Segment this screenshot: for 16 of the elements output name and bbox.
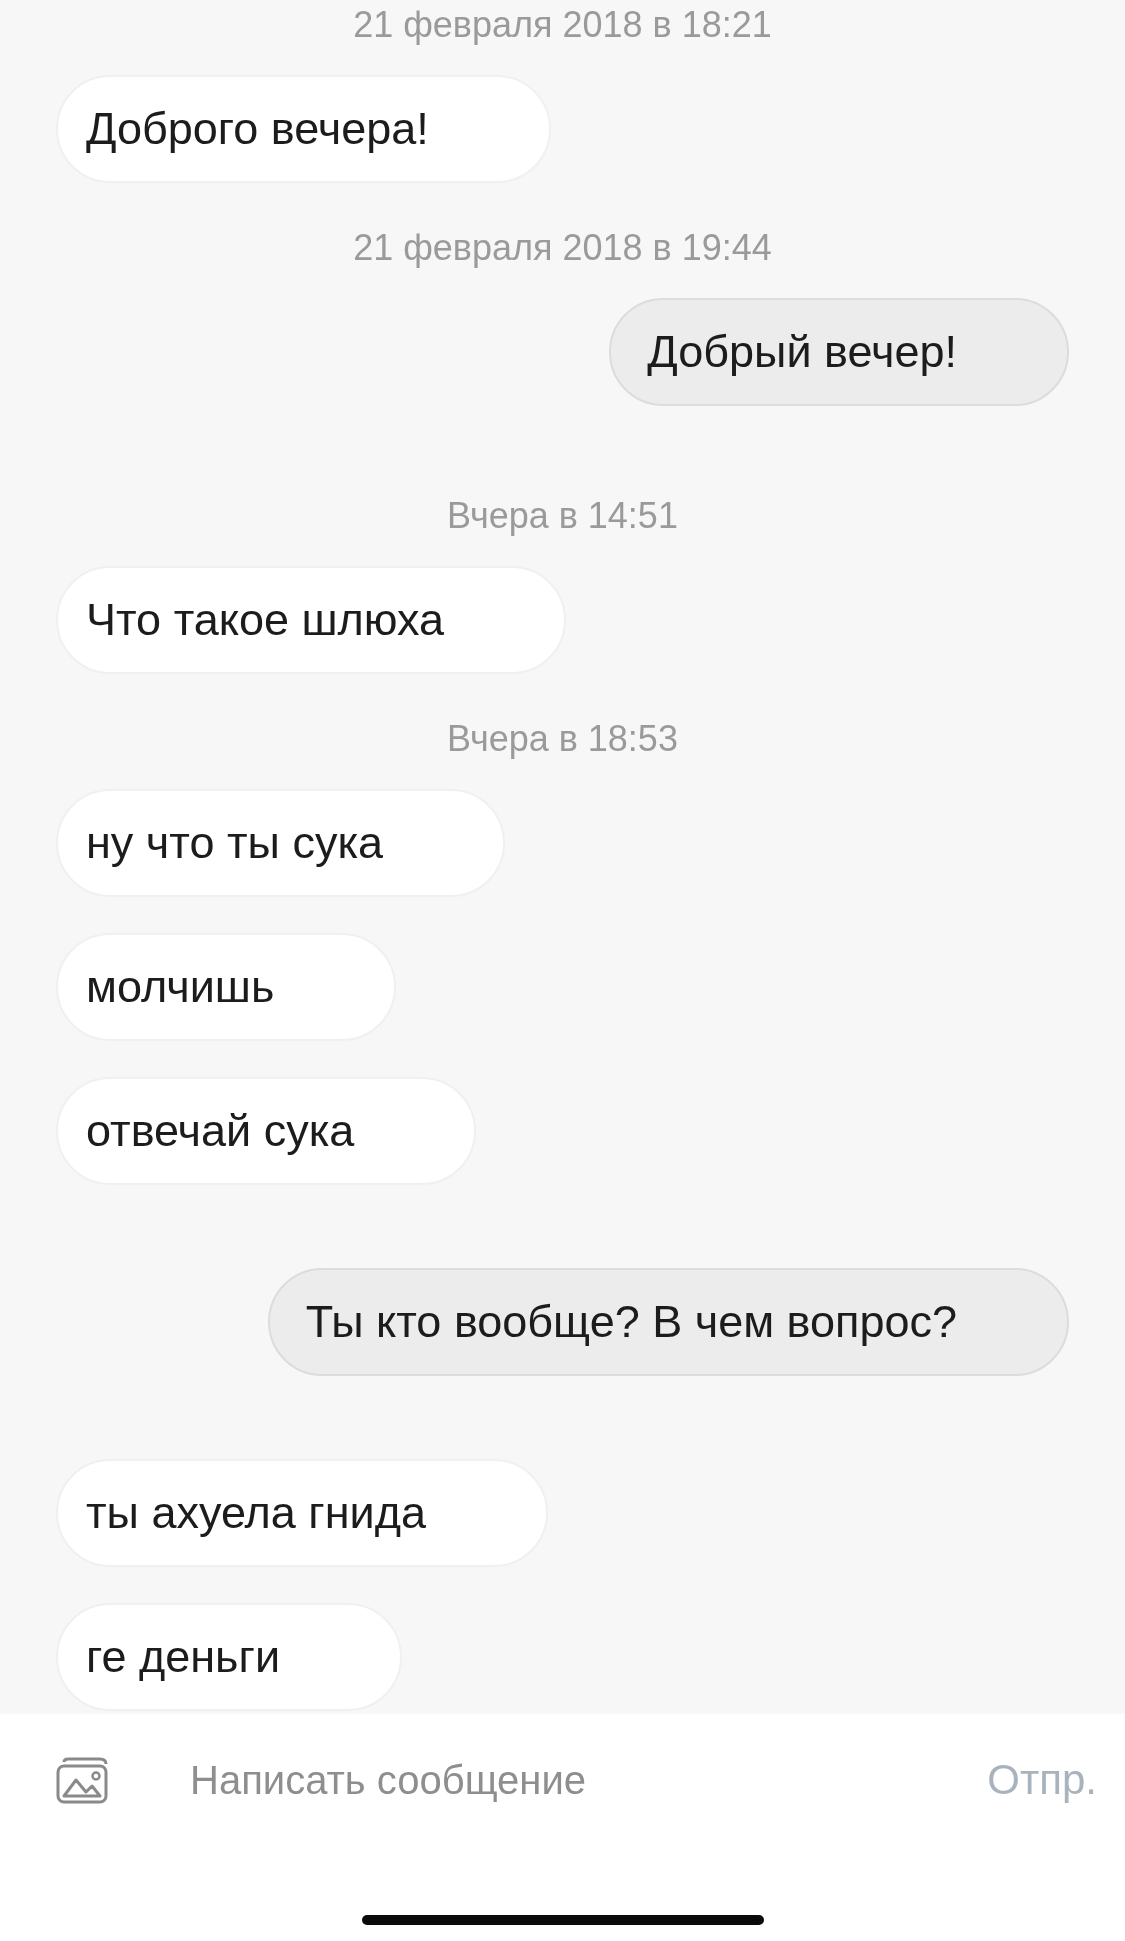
- incoming-message: молчишь: [56, 933, 397, 1041]
- message-field[interactable]: Написать сообщение: [188, 1756, 988, 1804]
- timestamp: 21 февраля 2018 в 19:44: [353, 226, 772, 270]
- incoming-message: ге деньги: [56, 1603, 403, 1711]
- send-button[interactable]: Отпр.: [987, 1756, 1097, 1804]
- gallery-icon[interactable]: [56, 1756, 110, 1804]
- timestamp: Вчера в 18:53: [447, 717, 678, 761]
- incoming-message: отвечай сука: [56, 1077, 477, 1185]
- timestamp: 21 февраля 2018 в 18:21: [353, 3, 772, 47]
- incoming-message: ты ахуела гнида: [56, 1459, 548, 1567]
- incoming-message: Что такое шлюха: [56, 566, 567, 674]
- timestamp: Вчера в 14:51: [447, 494, 678, 538]
- incoming-message: Доброго вечера!: [56, 75, 551, 183]
- outgoing-message: Ты кто вообще? В чем вопрос?: [267, 1268, 1069, 1376]
- outgoing-message: Добрый вечер!: [609, 298, 1069, 406]
- incoming-message: ну что ты сука: [56, 789, 506, 897]
